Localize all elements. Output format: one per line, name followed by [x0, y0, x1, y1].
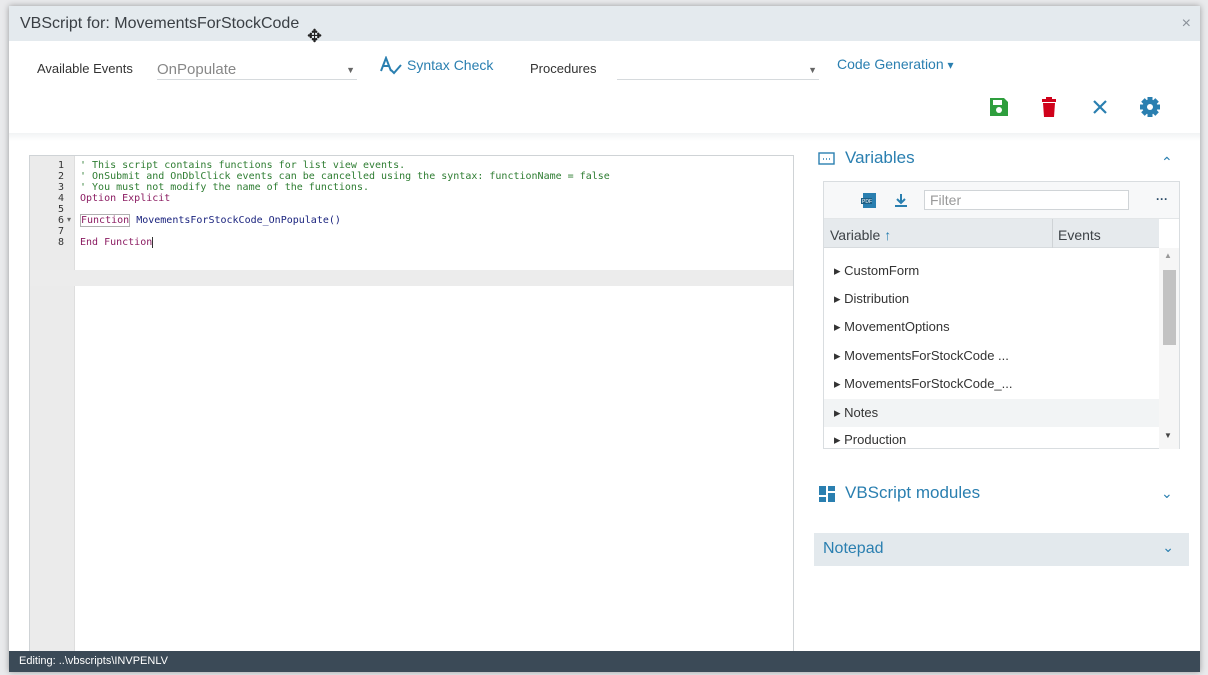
move-cursor-icon: ✥ [307, 26, 323, 46]
column-divider [1052, 219, 1053, 248]
line-number: 1 [57, 160, 64, 171]
function-keyword: Function [80, 214, 131, 227]
line-number: 7 [57, 226, 64, 237]
delete-button[interactable] [1038, 96, 1060, 118]
trash-icon [1042, 97, 1056, 117]
variables-scrollbar[interactable]: ▲ ▼ [1159, 248, 1179, 449]
sort-ascending-icon: ↑ [884, 227, 892, 243]
fold-toggle-icon[interactable]: ▾ [67, 215, 71, 224]
procedures-dropdown[interactable]: ▼ [617, 58, 819, 80]
variable-row[interactable]: ▸ CustomForm [824, 257, 1159, 285]
chevron-down-icon: ▼ [346, 65, 355, 75]
variables-toolbar: PDF Filter ··· [824, 182, 1179, 219]
vbscript-dialog: VBScript for: MovementsForStockCode × ✥ … [9, 6, 1200, 672]
title-bar[interactable]: VBScript for: MovementsForStockCode × ✥ [9, 6, 1200, 45]
spellcheck-icon [380, 56, 402, 75]
variable-row[interactable]: ▸ Production [824, 427, 1159, 449]
code-editor[interactable]: 1 2 3 4 5 6 ▾ 7 8 ' This script contains… [29, 155, 794, 653]
text-cursor [152, 237, 154, 248]
procedures-label: Procedures [530, 61, 597, 76]
chevron-up-icon[interactable]: ⌃ [1161, 154, 1173, 171]
settings-button[interactable] [1139, 96, 1161, 118]
code-line: Function MovementsForStockCode_OnPopulat… [80, 214, 341, 227]
pdf-icon[interactable]: PDF [860, 192, 878, 210]
syntax-check-label: Syntax Check [407, 57, 494, 73]
notepad-panel-header[interactable]: Notepad ⌄ [814, 533, 1189, 566]
chevron-down-icon[interactable]: ⌄ [1161, 485, 1173, 502]
code-line: ' OnSubmit and OnDblClick events can be … [80, 171, 610, 182]
chevron-down-icon: ⌄ [1162, 539, 1174, 555]
variable-row[interactable]: ▸ Notes [824, 399, 1159, 427]
gear-icon [1140, 97, 1160, 117]
variable-row[interactable]: ▸ MovementsForStockCode ... [824, 342, 1159, 370]
notepad-title: Notepad [823, 540, 884, 557]
caret-down-icon: ▾ [947, 58, 954, 72]
filter-placeholder: Filter [930, 192, 962, 208]
svg-text:PDF: PDF [862, 199, 872, 205]
variables-title: Variables [845, 148, 915, 167]
line-number: 2 [57, 171, 64, 182]
available-events-dropdown[interactable]: OnPopulate ▼ [157, 58, 357, 80]
available-events-label: Available Events [37, 61, 133, 76]
code-line: End Function [80, 237, 154, 248]
close-dialog-button[interactable]: × [1182, 15, 1191, 33]
variable-row[interactable]: ▸ MovementOptions [824, 313, 1159, 341]
code-generation-label: Code Generation [837, 56, 944, 72]
code-generation-menu[interactable]: Code Generation ▾ [837, 56, 954, 72]
scroll-up-icon[interactable]: ▲ [1164, 251, 1172, 260]
variable-icon [818, 152, 835, 165]
vbscript-modules-title: VBScript modules [845, 483, 981, 502]
code-line: ' This script contains functions for lis… [80, 160, 406, 171]
scroll-down-icon[interactable]: ▼ [1164, 431, 1172, 440]
function-name: MovementsForStockCode_OnPopulate() [136, 215, 341, 226]
line-number: 6 [57, 215, 64, 226]
more-options-icon[interactable]: ··· [1156, 192, 1168, 206]
variables-grid: PDF Filter ··· Variable ↑ Events ▸ Custo… [823, 181, 1180, 449]
modules-icon [819, 486, 835, 502]
column-variable[interactable]: Variable ↑ [830, 227, 891, 243]
download-icon[interactable] [893, 193, 909, 209]
save-button[interactable] [988, 96, 1010, 118]
filter-input[interactable]: Filter [924, 190, 1129, 210]
variable-row[interactable]: ▸ Distribution [824, 285, 1159, 313]
line-number: 3 [57, 182, 64, 193]
cancel-button[interactable] [1089, 96, 1111, 118]
line-number: 4 [57, 193, 64, 204]
window-title: VBScript for: MovementsForStockCode [20, 15, 300, 32]
status-bar: Editing: ..\vbscripts\INVPENLV [9, 651, 1200, 672]
end-function-keyword: End Function [80, 237, 153, 248]
header-divider [9, 133, 1200, 141]
scrollbar-thumb[interactable] [1163, 270, 1176, 345]
status-text: Editing: ..\vbscripts\INVPENLV [19, 655, 168, 667]
variable-row[interactable]: ▸ MovementsForStockCode_... [824, 370, 1159, 398]
code-line: ' You must not modify the name of the fu… [80, 182, 369, 193]
grid-header: Variable ↑ Events [824, 219, 1159, 248]
active-line-highlight [30, 270, 793, 286]
chevron-down-icon: ▼ [808, 65, 817, 75]
available-events-value: OnPopulate [157, 61, 237, 78]
save-icon [990, 98, 1008, 116]
close-icon [1093, 100, 1107, 114]
code-line: Option Explicit [80, 193, 171, 204]
column-events[interactable]: Events [1058, 227, 1101, 243]
column-variable-label: Variable [830, 227, 881, 243]
line-number: 8 [57, 237, 64, 248]
line-number: 5 [57, 204, 64, 215]
